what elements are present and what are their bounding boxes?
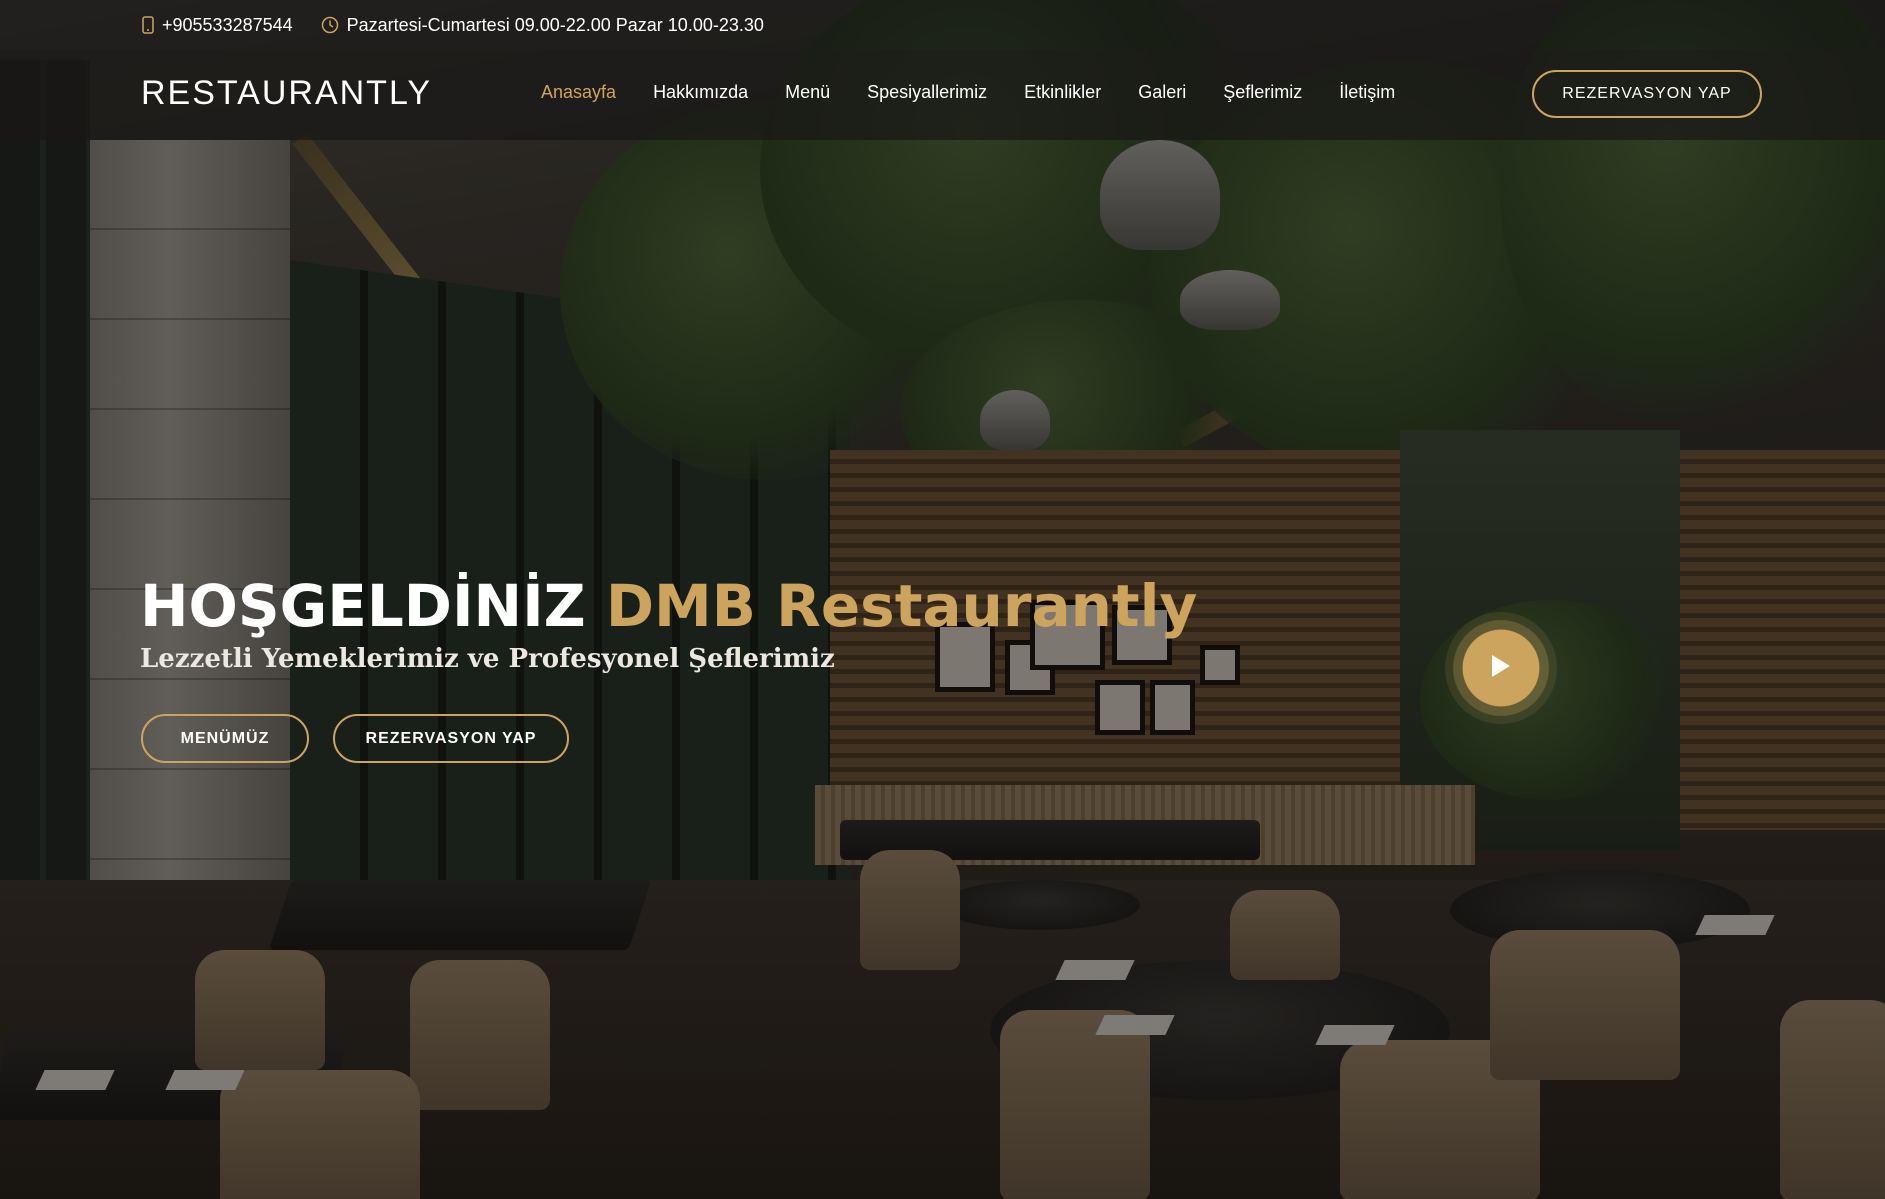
opening-hours: Pazartesi-Cumartesi 09.00-22.00 Pazar 10… xyxy=(346,14,764,35)
hero-menu-button[interactable]: MENÜMÜZ xyxy=(141,714,309,763)
nav-item-etkinlikler[interactable]: Etkinlikler xyxy=(1024,82,1101,103)
mobile-phone-icon xyxy=(142,16,154,34)
nav-item-iletisim[interactable]: İletişim xyxy=(1339,82,1395,103)
hero-title-accent: DMB Restaurantly xyxy=(605,572,1198,640)
hero-reservation-button[interactable]: REZERVASYON YAP xyxy=(333,714,569,763)
nav-item-galeri[interactable]: Galeri xyxy=(1138,82,1186,103)
video-play-button[interactable] xyxy=(1445,612,1557,724)
hero-title: HOŞGELDİNİZ DMB Restaurantly xyxy=(140,572,1197,640)
nav-reservation-button[interactable]: REZERVASYON YAP xyxy=(1532,70,1762,118)
top-info-bar: +905533287544 Pazartesi-Cumartesi 09.00-… xyxy=(0,0,1885,50)
phone-info[interactable]: +905533287544 xyxy=(142,15,293,36)
phone-number[interactable]: +905533287544 xyxy=(162,15,293,36)
hours-info: Pazartesi-Cumartesi 09.00-22.00 Pazar 10… xyxy=(321,15,764,36)
nav-item-hakkimizda[interactable]: Hakkımızda xyxy=(653,82,748,103)
hero-title-main: HOŞGELDİNİZ xyxy=(140,572,606,640)
main-navbar: RESTAURANTLY Anasayfa Hakkımızda Menü Sp… xyxy=(0,50,1885,140)
main-menu: Anasayfa Hakkımızda Menü Spesiyallerimiz… xyxy=(541,82,1395,103)
clock-icon xyxy=(321,16,339,34)
nav-item-menu[interactable]: Menü xyxy=(785,82,830,103)
hero-subtitle: Lezzetli Yemeklerimiz ve Profesyonel Şef… xyxy=(140,644,835,674)
site-logo[interactable]: RESTAURANTLY xyxy=(141,74,432,113)
play-icon xyxy=(1490,653,1512,684)
nav-item-spesiyallerimiz[interactable]: Spesiyallerimiz xyxy=(867,82,987,103)
nav-item-anasayfa[interactable]: Anasayfa xyxy=(541,82,616,103)
nav-item-seflerimiz[interactable]: Şeflerimiz xyxy=(1223,82,1302,103)
